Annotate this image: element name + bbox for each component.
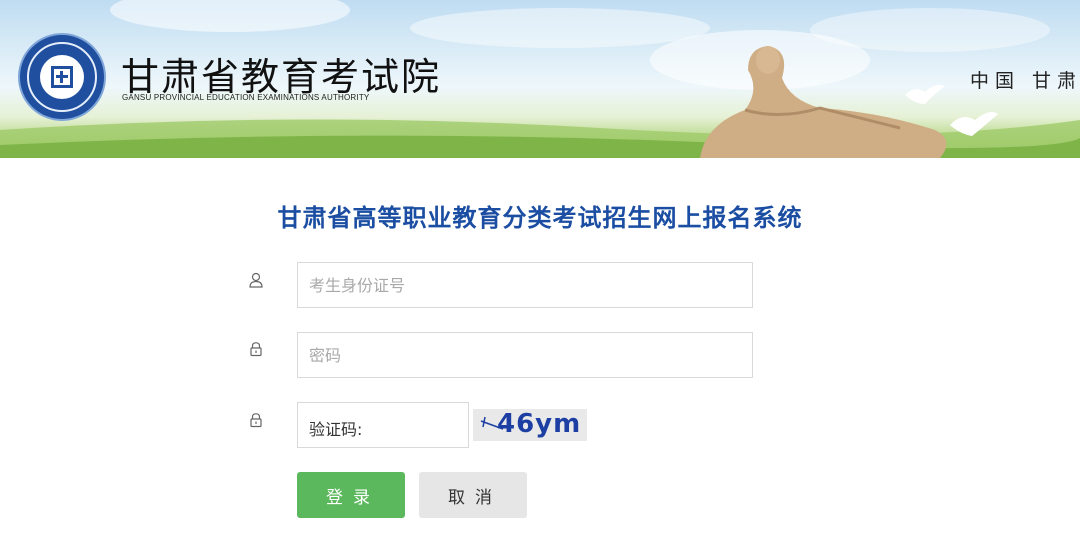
login-button[interactable]: 登录 [297,472,405,518]
lock-icon [250,342,262,357]
captcha-code: 46ym [497,409,582,439]
org-name-english: GANSU PROVINCIAL EDUCATION EXAMINATIONS … [122,93,370,102]
captcha-lock-icon [250,413,262,428]
user-icon [249,272,263,288]
password-input[interactable] [297,332,753,378]
cancel-button[interactable]: 取消 [419,472,527,518]
authority-logo [18,33,106,121]
captcha-label: 验证码: [309,420,363,439]
captcha-image[interactable]: 46ym [473,409,587,441]
system-title: 甘肃省高等职业教育分类考试招生网上报名系统 [277,204,803,232]
region-label: 中国 甘肃 [970,70,1080,92]
header-banner: 甘肃省教育考试院 GANSU PROVINCIAL EDUCATION EXAM… [0,0,1080,158]
id-number-input[interactable] [297,262,753,308]
captcha-input[interactable]: 验证码: [297,402,469,448]
